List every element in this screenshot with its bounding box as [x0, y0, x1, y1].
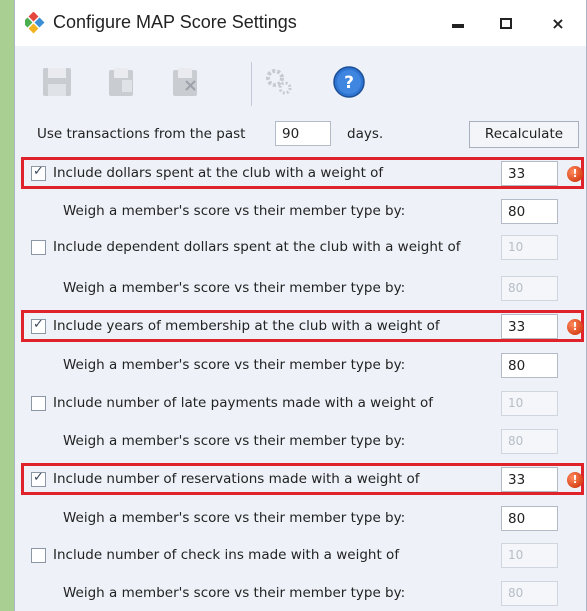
recalculate-button[interactable]: Recalculate [469, 121, 579, 148]
maximize-icon [500, 17, 512, 29]
delete-button[interactable] [167, 64, 203, 100]
help-icon: ? [333, 66, 365, 98]
save-icon [43, 68, 71, 96]
check-icon: ✓ [33, 317, 44, 332]
criterion-label: Include number of late payments made wit… [53, 395, 433, 411]
transactions-suffix: days. [347, 126, 384, 142]
maximize-button[interactable] [486, 8, 526, 38]
close-icon: × [551, 13, 565, 33]
member-type-row: Weigh a member's score vs their member t… [15, 429, 586, 454]
member-type-row: Weigh a member's score vs their member t… [15, 353, 586, 378]
member-type-row: Weigh a member's score vs their member t… [15, 506, 586, 531]
copy-button[interactable] [103, 64, 139, 100]
weight-input: 10 [501, 391, 558, 416]
member-type-label: Weigh a member's score vs their member t… [63, 510, 406, 526]
toolbar-separator [251, 62, 252, 106]
include-checkbox[interactable] [31, 548, 46, 563]
criterion-label: Include dollars spent at the club with a… [53, 165, 384, 181]
weight-input[interactable]: 33 [501, 467, 558, 492]
criterion-row: Include number of late payments made wit… [15, 391, 586, 416]
minimize-icon [452, 24, 464, 28]
title-bar: Configure MAP Score Settings × [15, 0, 586, 46]
minimize-button[interactable] [438, 8, 478, 38]
criterion-row: Include dependent dollars spent at the c… [15, 235, 586, 260]
check-icon: ✓ [33, 470, 44, 485]
member-type-weight-input[interactable]: 80 [501, 353, 558, 378]
save-button[interactable] [39, 64, 75, 100]
include-checkbox[interactable]: ✓ [31, 164, 46, 181]
transactions-prefix: Use transactions from the past [37, 126, 246, 142]
weight-input: 10 [501, 543, 558, 568]
weight-input[interactable]: 33 [501, 161, 558, 186]
weight-input[interactable]: 33 [501, 314, 558, 339]
member-type-label: Weigh a member's score vs their member t… [63, 433, 406, 449]
warning-icon: ! [567, 319, 583, 335]
close-button[interactable]: × [538, 8, 578, 38]
settings-button[interactable] [261, 64, 297, 100]
criterion-row: ✓ Include number of reservations made wi… [15, 467, 586, 492]
member-type-row: Weigh a member's score vs their member t… [15, 276, 586, 301]
toolbar: ? [15, 50, 586, 116]
member-type-weight-input: 80 [501, 276, 558, 301]
member-type-row: Weigh a member's score vs their member t… [15, 581, 586, 606]
criterion-label: Include number of check ins made with a … [53, 547, 400, 563]
criterion-label: Include number of reservations made with… [53, 471, 420, 487]
member-type-label: Weigh a member's score vs their member t… [63, 280, 406, 296]
include-checkbox[interactable] [31, 240, 46, 255]
window-title: Configure MAP Score Settings [53, 12, 297, 32]
criterion-label: Include dependent dollars spent at the c… [53, 239, 461, 255]
svg-text:?: ? [344, 73, 354, 93]
criterion-row: ✓ Include dollars spent at the club with… [15, 161, 586, 186]
include-checkbox[interactable]: ✓ [31, 317, 46, 334]
include-checkbox[interactable]: ✓ [31, 470, 46, 487]
settings-window: Configure MAP Score Settings × ? Use tra… [14, 0, 587, 611]
criterion-label: Include years of membership at the club … [53, 318, 440, 334]
delete-icon [173, 68, 197, 96]
criterion-row: ✓ Include years of membership at the clu… [15, 314, 586, 339]
help-button[interactable]: ? [331, 64, 367, 100]
member-type-row: Weigh a member's score vs their member t… [15, 199, 586, 224]
warning-icon: ! [567, 166, 583, 182]
member-type-label: Weigh a member's score vs their member t… [63, 357, 406, 373]
member-type-weight-input[interactable]: 80 [501, 506, 558, 531]
member-type-label: Weigh a member's score vs their member t… [63, 585, 406, 601]
app-icon [25, 12, 45, 34]
warning-icon: ! [567, 472, 583, 488]
criterion-row: Include number of check ins made with a … [15, 543, 586, 568]
weight-input: 10 [501, 235, 558, 260]
member-type-weight-input: 80 [501, 581, 558, 606]
include-checkbox[interactable] [31, 396, 46, 411]
member-type-weight-input: 80 [501, 429, 558, 454]
settings-icon [266, 69, 292, 95]
transactions-days-input[interactable]: 90 [275, 121, 331, 146]
check-icon: ✓ [33, 164, 44, 179]
copy-icon [109, 68, 133, 96]
member-type-label: Weigh a member's score vs their member t… [63, 203, 406, 219]
member-type-weight-input[interactable]: 80 [501, 199, 558, 224]
